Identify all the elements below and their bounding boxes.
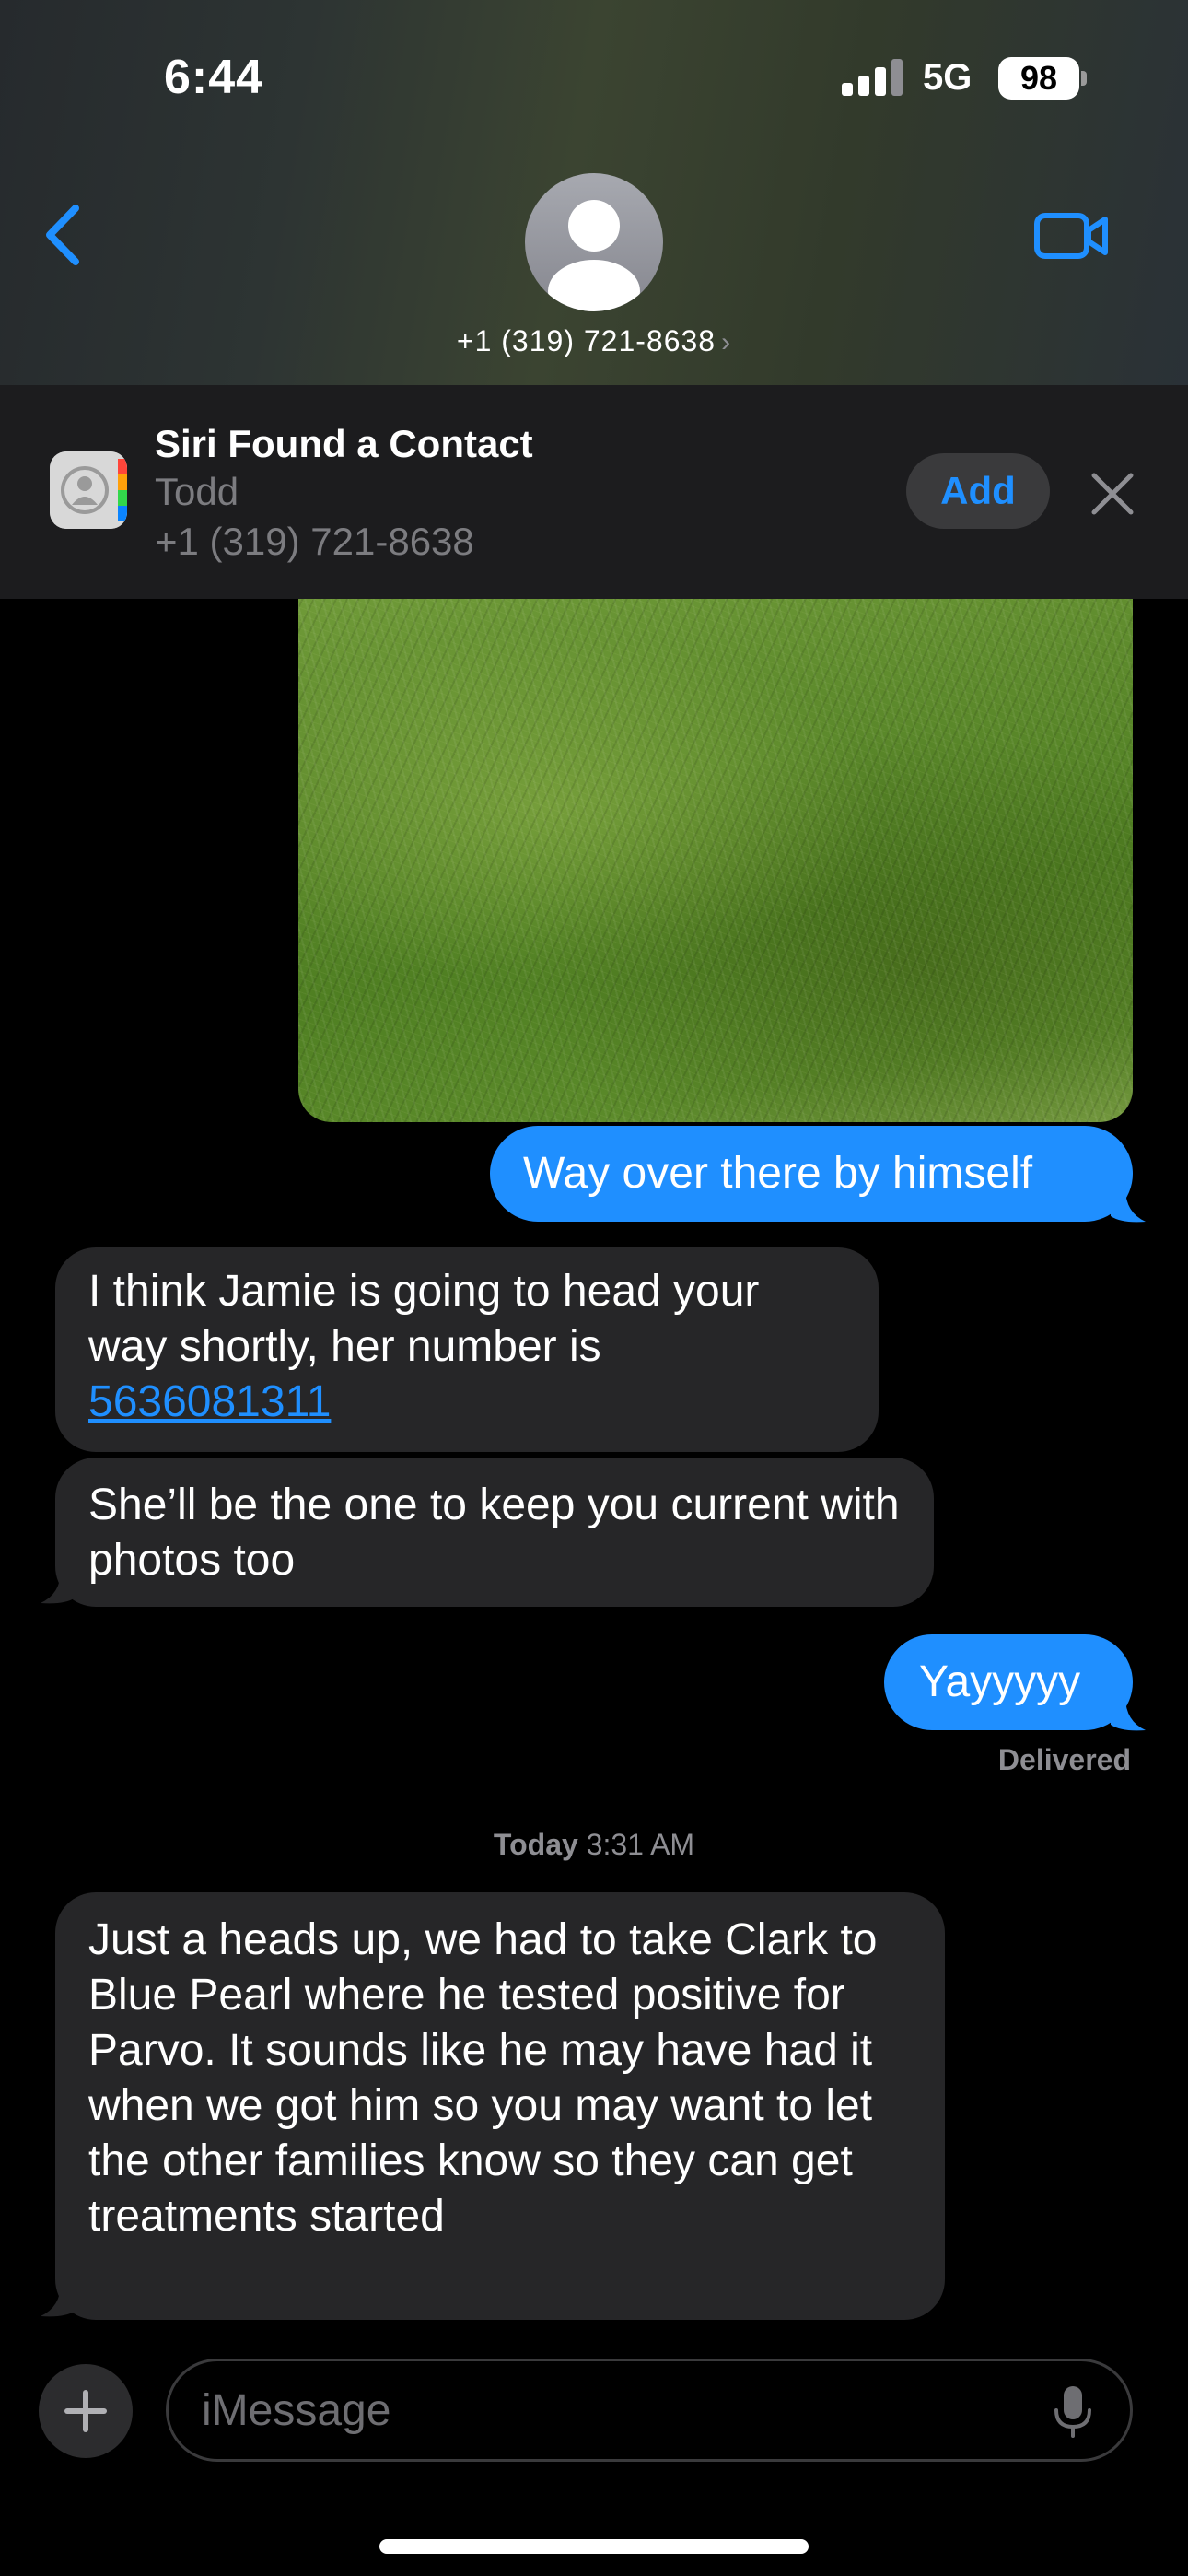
cellular-signal-icon xyxy=(842,59,904,96)
close-icon xyxy=(1091,473,1134,515)
delivery-status: Delivered xyxy=(997,1743,1131,1776)
timestamp-time: 3:31 AM xyxy=(586,1828,695,1861)
plus-icon xyxy=(64,2390,107,2432)
bubble-tail xyxy=(1111,1188,1146,1223)
home-indicator[interactable] xyxy=(379,2539,809,2554)
battery-tip xyxy=(1081,71,1087,86)
message-text: Just a heads up, we had to take Clark to… xyxy=(88,1915,878,2241)
dismiss-suggestion-button[interactable] xyxy=(1089,470,1136,518)
message-text: I think Jamie is going to head your way … xyxy=(88,1267,760,1371)
imessage-input[interactable] xyxy=(166,2359,1133,2462)
suggested-contact-number: +1 (319) 721-8638 xyxy=(155,520,474,563)
message-text: She’ll be the one to keep you current wi… xyxy=(88,1481,900,1585)
siri-contact-suggestion: Siri Found a Contact Todd +1 (319) 721-8… xyxy=(0,385,1188,599)
message-text: Yayyyyy xyxy=(919,1657,1081,1706)
phone-number-link[interactable]: 5636081311 xyxy=(88,1377,331,1426)
contacts-app-icon xyxy=(50,451,127,529)
bubble-tail xyxy=(41,2283,76,2317)
received-message[interactable]: I think Jamie is going to head your way … xyxy=(55,1247,879,1452)
timestamp-day: Today xyxy=(493,1828,578,1861)
bubble-tail xyxy=(41,1570,76,1604)
facetime-video-button[interactable] xyxy=(1033,210,1111,262)
add-contact-button[interactable]: Add xyxy=(906,453,1050,529)
message-timestamp: Today 3:31 AM xyxy=(0,1828,1188,1862)
dictation-button[interactable] xyxy=(1050,2384,1096,2440)
video-camera-icon xyxy=(1034,213,1108,259)
person-icon xyxy=(548,200,640,311)
siri-banner-title: Siri Found a Contact xyxy=(155,422,533,465)
sent-message[interactable]: Yayyyyy xyxy=(884,1634,1133,1730)
contact-name[interactable]: +1 (319) 721-8638 › xyxy=(0,324,1188,358)
chevron-left-icon xyxy=(46,205,79,265)
apps-plus-button[interactable] xyxy=(39,2364,133,2458)
status-time: 6:44 xyxy=(164,51,264,104)
conversation-header: 6:44 5G 98 +1 (319) 721-8638 › xyxy=(0,0,1188,385)
back-button[interactable] xyxy=(41,203,87,267)
bubble-tail xyxy=(1111,1697,1146,1731)
network-type: 5G xyxy=(923,57,973,98)
sent-message[interactable]: Way over there by himself xyxy=(490,1126,1133,1222)
contact-avatar[interactable] xyxy=(525,173,663,311)
suggested-contact-name: Todd xyxy=(155,470,239,513)
microphone-icon xyxy=(1054,2386,1091,2438)
contact-name-label: +1 (319) 721-8638 xyxy=(456,324,716,357)
received-message[interactable]: She’ll be the one to keep you current wi… xyxy=(55,1458,934,1607)
battery-icon: 98 xyxy=(998,57,1079,100)
photo-attachment-grass[interactable] xyxy=(298,599,1133,1122)
received-message[interactable]: Just a heads up, we had to take Clark to… xyxy=(55,1892,945,2320)
message-text: Way over there by himself xyxy=(523,1149,1033,1198)
chevron-right-icon: › xyxy=(721,327,732,357)
